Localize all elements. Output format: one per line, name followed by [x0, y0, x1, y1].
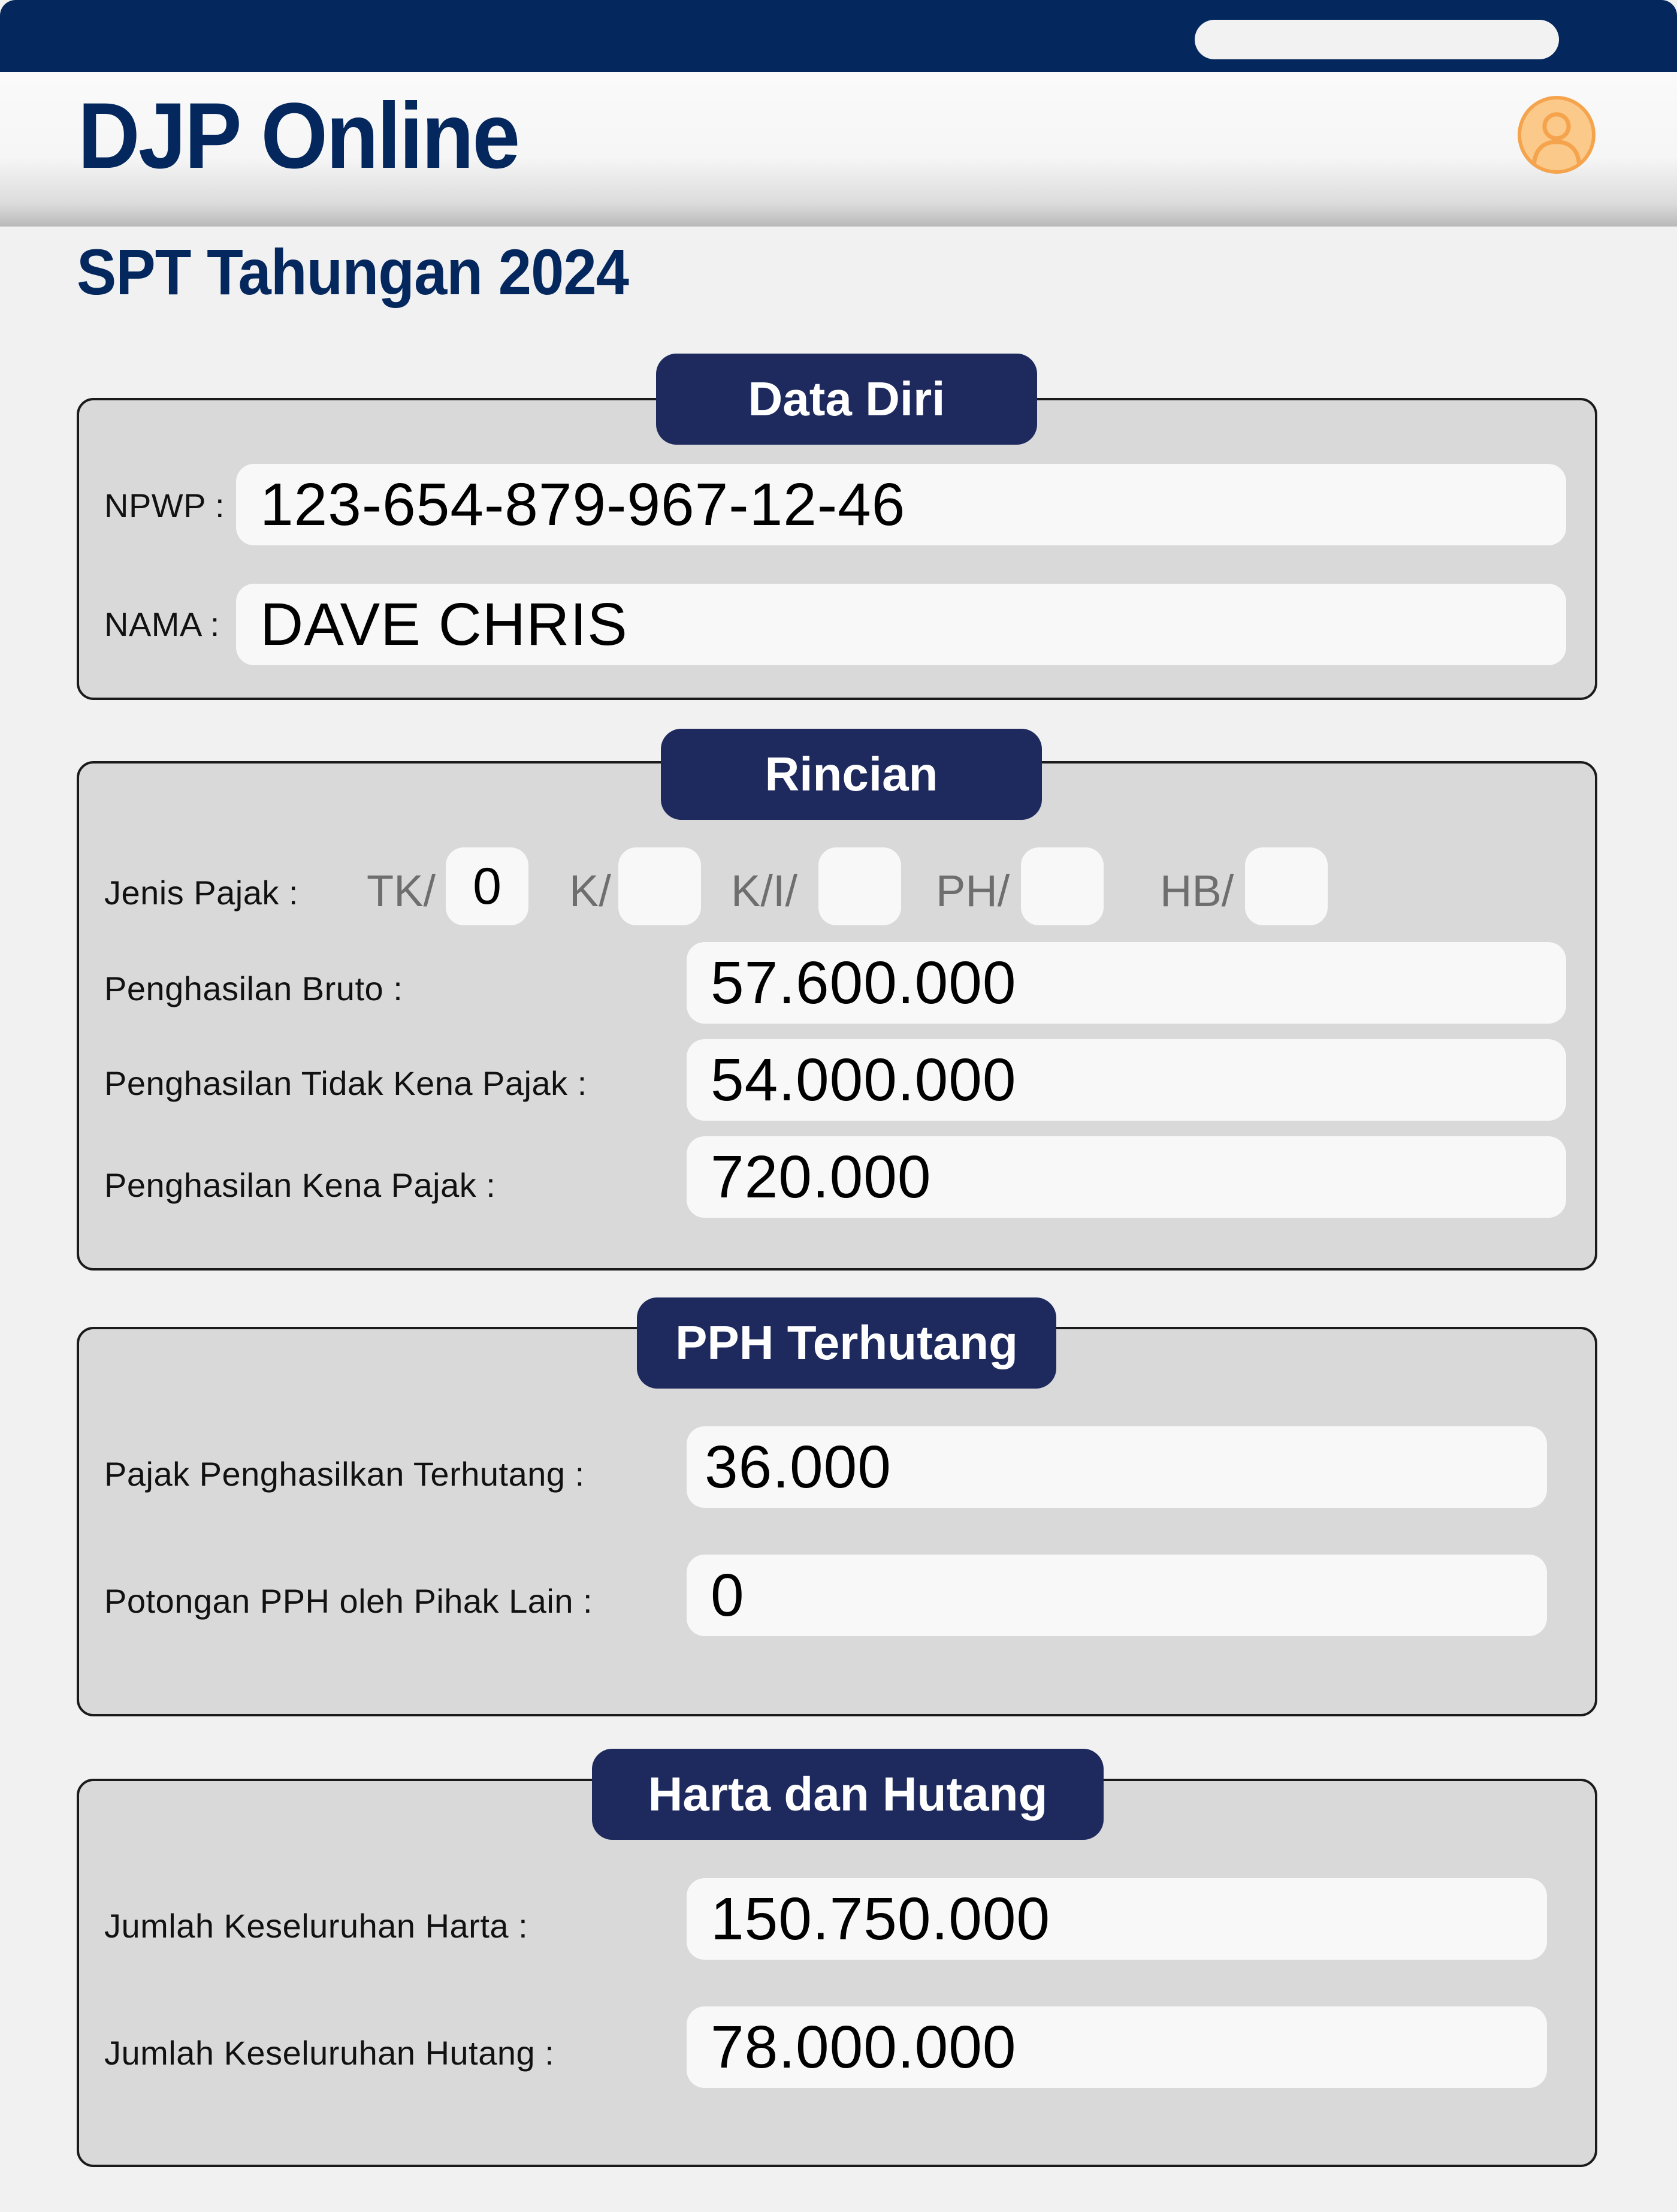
option-hb-label: HB/ [1160, 866, 1234, 916]
option-k-label: K/ [569, 866, 611, 916]
pkp-field[interactable]: 720.000 [687, 1136, 1566, 1218]
hutang-field[interactable]: 78.000.000 [687, 2006, 1547, 2088]
app-title: DJP Online [78, 84, 520, 188]
potongan-pph-label: Potongan PPH oleh Pihak Lain : [104, 1582, 593, 1620]
jenis-pajak-label: Jenis Pajak : [104, 874, 298, 912]
user-icon[interactable] [1518, 96, 1596, 174]
browser-top-bar [0, 0, 1677, 72]
pph-terhutang-label: Pajak Penghasilkan Terhutang : [104, 1455, 585, 1493]
ptkp-label: Penghasilan Tidak Kena Pajak : [104, 1064, 587, 1102]
npwp-field[interactable]: 123-654-879-967-12-46 [236, 464, 1566, 545]
rincian-tab: Rincian [661, 729, 1042, 820]
option-hb-input[interactable] [1245, 847, 1328, 925]
nama-field[interactable]: DAVE CHRIS [236, 584, 1566, 665]
data-diri-tab: Data Diri [656, 354, 1037, 445]
rincian-panel: Jenis Pajak : TK/ 0 K/ K/I/ PH/ HB/ Peng… [77, 761, 1597, 1271]
option-k-input[interactable] [618, 847, 701, 925]
pkp-label: Penghasilan Kena Pajak : [104, 1166, 496, 1204]
pph-terhutang-field[interactable]: 36.000 [687, 1426, 1547, 1508]
nama-label: NAMA : [104, 605, 220, 643]
ptkp-field[interactable]: 54.000.000 [687, 1039, 1566, 1121]
option-ph-input[interactable] [1021, 847, 1104, 925]
option-tk-input[interactable]: 0 [446, 847, 528, 925]
option-ki-label: K/I/ [731, 866, 798, 916]
hutang-label: Jumlah Keseluruhan Hutang : [104, 2034, 555, 2072]
option-ki-input[interactable] [818, 847, 901, 925]
page-title: SPT Tahungan 2024 [77, 236, 629, 308]
option-tk-label: TK/ [367, 866, 436, 916]
bruto-label: Penghasilan Bruto : [104, 970, 403, 1007]
pph-terhutang-tab: PPH Terhutang [637, 1297, 1056, 1389]
app-header: DJP Online [0, 72, 1677, 227]
potongan-pph-field[interactable]: 0 [687, 1555, 1547, 1636]
harta-label: Jumlah Keseluruhan Harta : [104, 1907, 528, 1945]
harta-field[interactable]: 150.750.000 [687, 1878, 1547, 1960]
option-ph-label: PH/ [936, 866, 1010, 916]
bruto-field[interactable]: 57.600.000 [687, 942, 1566, 1024]
address-bar[interactable] [1195, 20, 1559, 59]
harta-hutang-tab: Harta dan Hutang [592, 1749, 1104, 1840]
npwp-label: NPWP : [104, 487, 225, 524]
